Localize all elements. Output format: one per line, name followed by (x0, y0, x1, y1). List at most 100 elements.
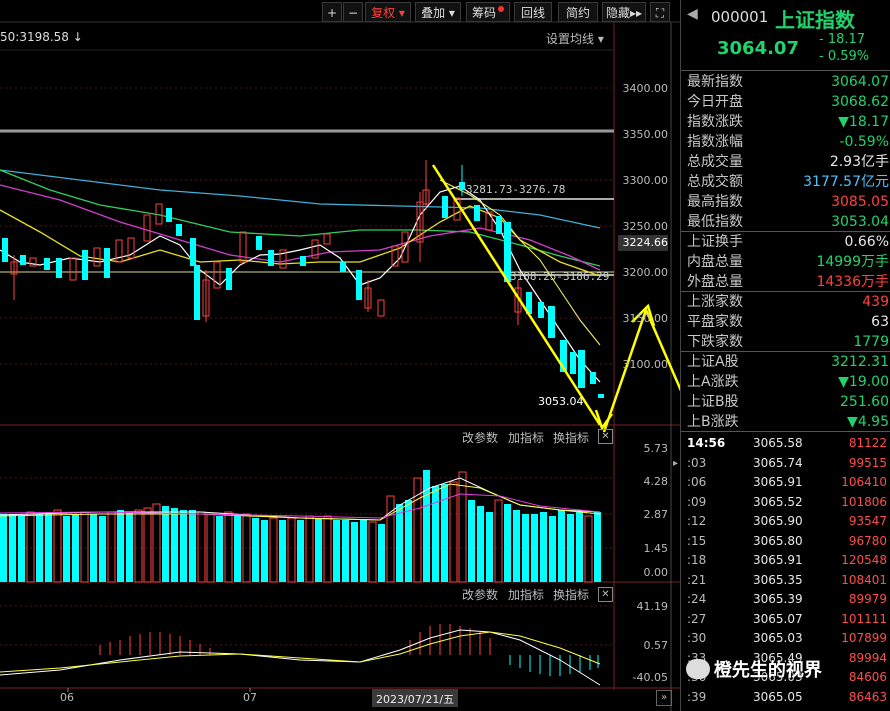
tick-price: 3065.07 (753, 611, 803, 626)
tick-row: :18 3065.91 120548 (681, 551, 890, 570)
stat-row: 总成交量 2.93亿手 (681, 152, 890, 172)
stock-price: 3064.07 (717, 38, 799, 59)
tick-price: 3065.39 (753, 592, 803, 606)
vol-change-params[interactable]: 改参数 (462, 429, 498, 446)
prev-stock-icon[interactable]: ◀ (687, 6, 698, 22)
tick-time: :06 (687, 475, 707, 489)
low-annotation: 3053.04 (538, 395, 584, 408)
stat-row: 上A涨跌 ▼19.00 (681, 372, 890, 392)
stat-label: 总成交量 (687, 154, 743, 170)
vol-y-tick: 5.73 (643, 442, 669, 455)
stat-row: 最高指数 3085.05 (681, 192, 890, 212)
stat-row: 今日开盘 3068.62 (681, 92, 890, 112)
tick-price: 3065.80 (753, 533, 803, 548)
tick-price: 3065.91 (753, 553, 803, 567)
stat-value: 0.66% (844, 234, 889, 250)
tick-time: :24 (687, 592, 707, 606)
tick-price: 3065.91 (753, 475, 803, 489)
stock-code: 000001 (711, 8, 769, 26)
tick-time: :30 (687, 631, 707, 645)
tick-row: :15 3065.80 96780 (681, 532, 890, 551)
stat-value: ▼19.00 (838, 374, 889, 390)
stat-row: 外盘总量 14336万手 (681, 272, 890, 292)
tick-time: :21 (687, 572, 707, 587)
stat-label: 上A涨跌 (687, 374, 739, 390)
stat-value: 3177.57亿元 (803, 174, 889, 190)
tick-time: :27 (687, 611, 707, 626)
macd-change-params[interactable]: 改参数 (462, 586, 498, 603)
y-tick: 3350.00 (622, 128, 669, 141)
stat-label: 上证A股 (687, 354, 739, 370)
stat-label: 总成交额 (687, 174, 743, 190)
tick-price: 3065.74 (753, 455, 803, 470)
stat-label: 外盘总量 (687, 274, 743, 290)
vol-add-indicator[interactable]: 加指标 (508, 429, 544, 446)
watermark-text: 橙先生的视界 (713, 660, 822, 681)
stat-value: 1779 (853, 334, 889, 350)
stat-row: 上证换手 0.66% (681, 232, 890, 252)
stat-row: 上证A股 3212.31 (681, 352, 890, 372)
stat-label: 最高指数 (687, 194, 743, 210)
stat-label: 内盘总量 (687, 254, 743, 270)
tick-price: 3065.05 (753, 689, 803, 704)
tick-time: 14:56 (687, 436, 726, 450)
quote-panel: ◀ 000001 上证指数 3064.07 - 18.17 - 0.59% 最新… (680, 0, 890, 711)
vol-close-icon[interactable]: ✕ (598, 429, 613, 444)
stat-label: 指数涨跌 (687, 114, 743, 130)
y-tick: 3300.00 (622, 174, 669, 187)
stat-label: 上证换手 (687, 234, 743, 250)
stat-label: 今日开盘 (687, 94, 743, 110)
stat-row: 上证B股 251.60 (681, 392, 890, 412)
stat-label: 上涨家数 (687, 294, 743, 310)
stat-label: 平盘家数 (687, 314, 743, 330)
stat-row: 最新指数 3064.07 (681, 72, 890, 92)
stat-value: 3053.04 (831, 214, 889, 230)
stat-row: 下跌家数 1779 (681, 332, 890, 352)
stock-name: 上证指数 (775, 8, 855, 32)
kline-chart[interactable]: 3281.73-3276.78 3188.25-3186.29 3053.04 (0, 0, 680, 711)
stat-value: 14999万手 (816, 254, 889, 270)
tick-row: :12 3065.90 93547 (681, 512, 890, 531)
tick-row: :21 3065.35 108401 (681, 571, 890, 590)
vol-y-tick: 0.00 (643, 566, 669, 579)
stat-label: 下跌家数 (687, 334, 743, 350)
panel-collapse-handle[interactable]: ▸ (673, 458, 679, 476)
tick-price: 3065.52 (753, 494, 803, 509)
tick-time: :18 (687, 553, 707, 567)
stat-row: 内盘总量 14999万手 (681, 252, 890, 272)
tick-time: :39 (687, 689, 707, 704)
tick-volume: 101111 (841, 611, 887, 626)
tick-row: :03 3065.74 99515 (681, 454, 890, 473)
macd-close-icon[interactable]: ✕ (598, 587, 613, 602)
vol-y-tick: 4.28 (643, 475, 669, 488)
macd-add-indicator[interactable]: 加指标 (508, 586, 544, 603)
stock-change-pct: - 0.59% (819, 49, 870, 64)
tick-volume: 101806 (841, 494, 887, 509)
vol-switch-indicator[interactable]: 换指标 (553, 429, 589, 446)
stat-label: 上证B股 (687, 394, 739, 410)
stat-value: 2.93亿手 (829, 154, 889, 170)
stat-row: 平盘家数 63 (681, 312, 890, 332)
stat-row: 指数涨跌 ▼18.17 (681, 112, 890, 132)
y-tick: 3100.00 (622, 358, 669, 371)
stat-label: 最新指数 (687, 74, 743, 90)
tick-volume: 93547 (848, 514, 887, 528)
y-tick: 3150.00 (622, 312, 669, 325)
watermark: 橙先生的视界 (686, 656, 866, 684)
x-month-label: 06 (60, 691, 74, 704)
tick-volume: 120548 (841, 553, 887, 567)
tick-volume: 107899 (841, 631, 887, 645)
scroll-right-icon[interactable]: » (656, 690, 672, 706)
tick-row: :09 3065.52 101806 (681, 493, 890, 512)
tick-row: 14:56 3065.58 81122 (681, 434, 890, 453)
y-tick: 3200.00 (622, 266, 669, 279)
macd-y-tick: 0.57 (643, 639, 669, 652)
tick-volume: 81122 (848, 436, 887, 450)
tick-time: :03 (687, 455, 707, 470)
stat-label: 上B涨跌 (687, 414, 739, 430)
y-tick: 3250.00 (622, 220, 669, 233)
tick-price: 3065.35 (753, 572, 803, 587)
cursor-date: 2023/07/21/五 (376, 693, 455, 706)
macd-switch-indicator[interactable]: 换指标 (553, 586, 589, 603)
tick-row: :06 3065.91 106410 (681, 473, 890, 492)
